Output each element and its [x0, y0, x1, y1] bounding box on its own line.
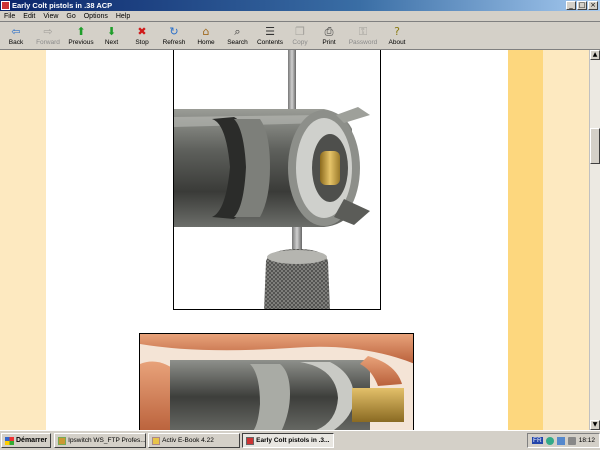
stop-icon: ✖: [137, 24, 147, 38]
password-button[interactable]: ⚿ Password: [344, 23, 382, 49]
scroll-down-button[interactable]: ▼: [590, 420, 600, 430]
window-title: Early Colt pistols in .38 ACP: [12, 1, 113, 10]
menu-help[interactable]: Help: [112, 13, 134, 20]
scroll-up-button[interactable]: ▲: [590, 50, 600, 60]
home-button[interactable]: ⌂ Home: [191, 23, 221, 49]
forward-label: Forward: [36, 39, 60, 46]
title-bar[interactable]: Early Colt pistols in .38 ACP _ □ ×: [0, 0, 600, 11]
task-early-colt[interactable]: Early Colt pistols in .3...: [242, 433, 335, 448]
task-ebook-label: Activ E-Book 4.22: [162, 437, 214, 444]
stop-button[interactable]: ✖ Stop: [127, 23, 157, 49]
menu-file[interactable]: File: [0, 13, 19, 20]
previous-label: Previous: [68, 39, 94, 46]
maximize-button[interactable]: □: [577, 1, 587, 10]
back-button[interactable]: ⇦ Back: [2, 23, 30, 49]
menu-edit[interactable]: Edit: [19, 13, 39, 20]
back-label: Back: [8, 39, 24, 46]
pistol-barrel-illustration: [174, 50, 380, 309]
about-button[interactable]: ? About: [382, 23, 412, 49]
refresh-button[interactable]: ↻ Refresh: [157, 23, 191, 49]
minimize-button[interactable]: _: [566, 1, 576, 10]
print-label: Print: [322, 39, 336, 46]
right-margin-band-light: [543, 50, 589, 430]
print-button[interactable]: ⎙ Print: [314, 23, 344, 49]
copy-label: Copy: [292, 39, 308, 46]
about-label: About: [388, 39, 406, 46]
vertical-scrollbar[interactable]: ▲ ▼: [589, 50, 600, 430]
menu-go[interactable]: Go: [62, 13, 79, 20]
start-label: Démarrer: [16, 437, 48, 444]
next-button[interactable]: ⬇ Next: [96, 23, 127, 49]
pistol-barrel-photo: [173, 50, 381, 310]
forward-button[interactable]: ⇨ Forward: [30, 23, 66, 49]
search-icon: ⌕: [234, 24, 241, 38]
back-arrow-icon: ⇦: [11, 24, 21, 38]
menu-bar: File Edit View Go Options Help: [0, 11, 600, 22]
copy-icon: ❐: [295, 24, 305, 38]
down-arrow-icon: ⬇: [106, 24, 117, 38]
key-icon: ⚿: [358, 24, 368, 38]
folder-icon: [152, 436, 161, 445]
home-icon: ⌂: [202, 24, 210, 38]
menu-options[interactable]: Options: [80, 13, 112, 20]
app-icon: [1, 1, 10, 10]
language-indicator[interactable]: FR: [532, 437, 543, 444]
task-ftp-label: Ipswitch WS_FTP Profes...: [68, 437, 146, 444]
contents-button[interactable]: ☰ Contents: [254, 23, 286, 49]
next-label: Next: [104, 39, 119, 46]
search-button[interactable]: ⌕ Search: [221, 23, 254, 49]
search-label: Search: [227, 39, 248, 46]
right-margin-band-dark: [508, 50, 543, 430]
contents-icon: ☰: [265, 24, 275, 38]
content-area[interactable]: [0, 50, 589, 430]
network-icon[interactable]: [545, 436, 554, 445]
hand-barrel-photo: [139, 333, 414, 430]
previous-button[interactable]: ⬆ Previous: [66, 23, 96, 49]
scroll-thumb[interactable]: [590, 128, 600, 164]
close-button[interactable]: ×: [588, 1, 598, 10]
windows-logo-icon: [5, 436, 14, 445]
up-arrow-icon: ⬆: [76, 24, 86, 38]
task-ebook[interactable]: Activ E-Book 4.22: [148, 433, 241, 448]
menu-view[interactable]: View: [39, 13, 62, 20]
monitor-icon[interactable]: [556, 436, 565, 445]
ebook-app-icon: [246, 436, 255, 445]
taskbar: Démarrer Ipswitch WS_FTP Profes... Activ…: [0, 430, 600, 450]
help-icon: ?: [394, 24, 400, 38]
print-icon: ⎙: [324, 24, 334, 38]
contents-label: Contents: [256, 39, 284, 46]
refresh-icon: ↻: [169, 24, 179, 38]
ftp-app-icon: [58, 436, 67, 445]
task-early-colt-label: Early Colt pistols in .3...: [256, 437, 330, 444]
stop-label: Stop: [135, 39, 149, 46]
password-label: Password: [348, 39, 378, 46]
forward-arrow-icon: ⇨: [43, 24, 53, 38]
hand-barrel-illustration: [140, 334, 413, 430]
system-tray: FR 18:12: [527, 433, 600, 448]
toolbar: ⇦ Back ⇨ Forward ⬆ Previous ⬇ Next ✖ Sto…: [0, 23, 600, 50]
clock: 18:12: [578, 437, 595, 444]
refresh-label: Refresh: [162, 39, 186, 46]
volume-icon[interactable]: [567, 436, 576, 445]
home-label: Home: [197, 39, 215, 46]
start-button[interactable]: Démarrer: [1, 433, 52, 448]
copy-button[interactable]: ❐ Copy: [286, 23, 314, 49]
left-margin-band: [0, 50, 46, 430]
task-ftp[interactable]: Ipswitch WS_FTP Profes...: [54, 433, 147, 448]
